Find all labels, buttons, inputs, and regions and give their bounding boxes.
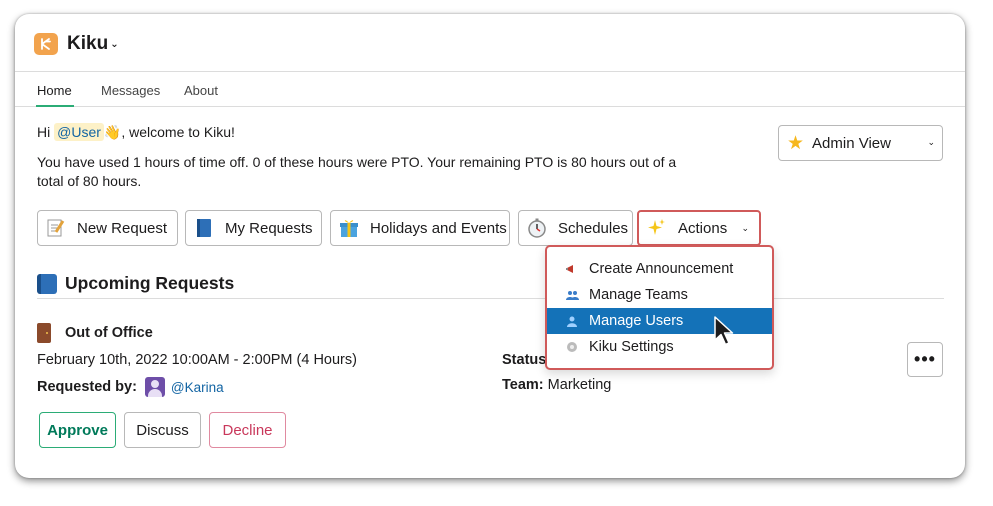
- schedules-button[interactable]: Schedules: [518, 210, 633, 246]
- star-icon: ★: [787, 132, 805, 154]
- app-title: Kiku: [67, 33, 109, 54]
- active-tab-indicator: [36, 105, 74, 107]
- holidays-events-button[interactable]: Holidays and Events: [330, 210, 510, 246]
- tab-home[interactable]: Home: [37, 83, 72, 98]
- team-value: Marketing: [547, 377, 612, 393]
- actions-dropdown-menu: Create Announcement Manage Teams Manage …: [545, 245, 774, 370]
- my-requests-button[interactable]: My Requests: [185, 210, 322, 246]
- mouse-cursor-icon: [714, 316, 734, 346]
- sparkles-icon: [646, 217, 668, 239]
- view-select[interactable]: ★ Admin View ⌄: [778, 125, 943, 161]
- menu-item-label: Manage Users: [589, 313, 684, 329]
- tab-about[interactable]: About: [184, 83, 218, 98]
- megaphone-icon: [565, 264, 579, 274]
- pto-usage-text: You have used 1 hours of time off. 0 of …: [37, 154, 677, 189]
- tab-bar: Home Messages About: [15, 72, 965, 107]
- view-select-value: Admin View: [812, 134, 891, 152]
- status-label: Status:: [502, 352, 552, 368]
- request-date: February 10th, 2022 10:00AM - 2:00PM (4 …: [37, 352, 357, 368]
- user-mention[interactable]: @User: [54, 123, 104, 141]
- section-title-text: Upcoming Requests: [65, 273, 235, 293]
- menu-item-kiku-settings[interactable]: Kiku Settings: [547, 334, 772, 360]
- new-request-label: New Request: [77, 219, 168, 237]
- schedules-label: Schedules: [558, 219, 629, 237]
- decline-button[interactable]: Decline: [209, 412, 286, 448]
- requested-by-label: Requested by:: [37, 379, 137, 395]
- avatar: [144, 377, 165, 397]
- door-icon: [37, 323, 51, 343]
- gear-icon: [565, 341, 579, 353]
- chevron-down-icon: ⌄: [927, 137, 935, 147]
- people-icon: [565, 290, 579, 300]
- requested-by: Requested by: @Karina: [37, 377, 224, 397]
- actions-button[interactable]: Actions ⌄: [637, 210, 761, 246]
- waving-hand-icon: 👋: [103, 124, 122, 140]
- chevron-down-icon: ⌄: [741, 223, 749, 233]
- gift-icon: [338, 217, 360, 239]
- request-type-label: Out of Office: [65, 325, 153, 341]
- book-icon: [193, 217, 215, 239]
- welcome-message: Hi @User 👋, welcome to Kiku!: [37, 123, 235, 141]
- menu-item-manage-users[interactable]: Manage Users: [547, 308, 772, 334]
- request-type: Out of Office: [37, 323, 153, 343]
- greeting-prefix: Hi: [37, 124, 55, 140]
- chevron-down-icon: ⌄: [110, 39, 119, 50]
- more-options-button[interactable]: •••: [907, 342, 943, 377]
- person-icon: [565, 316, 579, 327]
- kiku-logo-icon: [34, 33, 58, 55]
- holidays-events-label: Holidays and Events: [370, 219, 507, 237]
- new-request-button[interactable]: New Request: [37, 210, 178, 246]
- request-team: Team: Marketing: [502, 377, 611, 393]
- tab-messages[interactable]: Messages: [101, 83, 160, 98]
- requester-link[interactable]: @Karina: [171, 380, 224, 395]
- memo-icon: [45, 217, 67, 239]
- app-title-menu[interactable]: Kiku ⌄: [67, 33, 119, 55]
- upcoming-requests-heading: Upcoming Requests: [37, 273, 234, 294]
- divider: [37, 298, 944, 299]
- team-label: Team:: [502, 377, 544, 393]
- my-requests-label: My Requests: [225, 219, 313, 237]
- menu-item-create-announcement[interactable]: Create Announcement: [547, 256, 772, 282]
- book-icon: [37, 273, 57, 294]
- greeting-suffix: , welcome to Kiku!: [121, 124, 235, 140]
- discuss-button[interactable]: Discuss: [124, 412, 201, 448]
- menu-item-label: Kiku Settings: [589, 339, 674, 355]
- menu-item-label: Manage Teams: [589, 287, 688, 303]
- app-header: Kiku ⌄: [15, 14, 965, 72]
- menu-item-manage-teams[interactable]: Manage Teams: [547, 282, 772, 308]
- app-card: Kiku ⌄ Home Messages About Hi @User 👋, wel…: [15, 14, 965, 478]
- stopwatch-icon: [526, 217, 548, 239]
- actions-label: Actions: [678, 219, 728, 237]
- approve-button[interactable]: Approve: [39, 412, 116, 448]
- menu-item-label: Create Announcement: [589, 261, 734, 277]
